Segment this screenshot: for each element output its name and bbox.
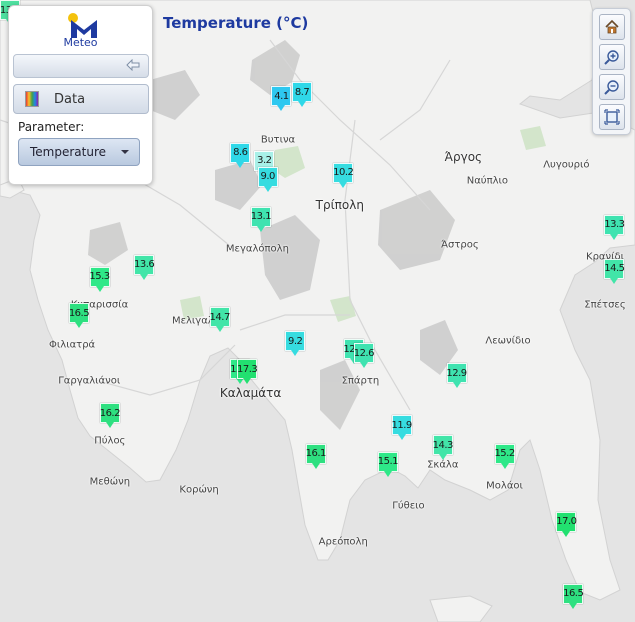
station-marker[interactable]: 16.2 — [100, 403, 120, 429]
arrow-left-icon — [126, 59, 140, 71]
station-marker[interactable]: 8.7 — [292, 82, 313, 108]
place-label: Μεγαλόπολη — [225, 243, 289, 255]
station-marker[interactable]: 9.2 — [285, 331, 306, 357]
station-marker[interactable]: 12.6 — [354, 343, 374, 369]
logo-text: Meteo — [63, 36, 98, 49]
zoom-in-icon — [604, 50, 619, 65]
place-label: Φιλιατρά — [49, 339, 96, 351]
place-label: Γύθειο — [392, 500, 425, 512]
home-icon — [605, 19, 619, 34]
zoom-in-button[interactable] — [599, 44, 625, 70]
chevron-down-icon — [121, 150, 129, 154]
station-marker[interactable]: 17.3 — [237, 359, 258, 385]
place-label: Βυτινα — [260, 134, 296, 146]
station-marker[interactable]: 14.5 — [604, 258, 625, 284]
place-label: Τρίπολη — [315, 197, 364, 212]
station-marker[interactable]: 15.3 — [89, 266, 110, 292]
map-title: Temperature (°C) — [163, 14, 309, 32]
home-button[interactable] — [599, 14, 625, 40]
control-panel: Meteo Data Parameter: Temperature — [8, 5, 153, 185]
station-marker[interactable]: 4.1 — [271, 86, 292, 112]
station-marker[interactable]: 11.9 — [391, 415, 412, 441]
place-label: Ναύπλιο — [466, 175, 509, 187]
data-button-label: Data — [54, 91, 86, 107]
station-marker[interactable]: 16.1 — [306, 443, 326, 469]
data-button[interactable]: Data — [13, 84, 149, 114]
station-marker[interactable]: 14.3 — [433, 435, 453, 461]
station-marker[interactable]: 14.7 — [210, 307, 230, 333]
station-marker[interactable]: 16.5 — [69, 303, 90, 329]
place-label: Σκάλα — [427, 459, 459, 471]
parameter-select-value: Temperature — [30, 145, 107, 159]
zoom-out-icon — [604, 80, 619, 95]
station-marker[interactable]: 16.5 — [563, 583, 584, 609]
place-label: Σπέτσες — [584, 299, 626, 311]
zoom-out-button[interactable] — [599, 74, 625, 100]
place-label: Μολάοι — [486, 480, 523, 492]
full-extent-button[interactable] — [599, 104, 625, 130]
place-label: Άργος — [444, 149, 483, 164]
station-marker[interactable]: 13.3 — [604, 214, 625, 240]
place-label: Σπάρτη — [341, 375, 380, 387]
place-label: Μεθώνη — [89, 476, 131, 488]
station-marker[interactable]: 13.6 — [134, 254, 155, 280]
place-label: Λεωνίδιο — [485, 335, 531, 347]
parameter-label: Parameter: — [18, 120, 85, 134]
station-marker[interactable]: 8.6 — [230, 142, 251, 168]
map-toolbar — [592, 8, 631, 135]
extent-icon — [604, 109, 620, 125]
place-label: Άστρος — [441, 239, 479, 251]
station-marker[interactable]: 15.2 — [494, 443, 515, 469]
color-scale-icon — [25, 91, 39, 107]
station-marker[interactable]: 15.1 — [378, 451, 399, 477]
station-marker[interactable]: 10.2 — [333, 162, 354, 188]
place-label: Λυγουριό — [543, 159, 590, 171]
place-label: Καλαμάτα — [219, 386, 282, 401]
station-marker[interactable]: 17.0 — [556, 511, 577, 537]
parameter-select[interactable]: Temperature — [18, 138, 140, 166]
back-button[interactable] — [13, 54, 149, 78]
station-marker[interactable]: 12.9 — [446, 363, 467, 389]
place-label: Γαργαλιάνοι — [58, 375, 121, 387]
place-label: Πύλος — [94, 435, 126, 447]
place-label: Κορώνη — [179, 484, 219, 496]
station-marker[interactable]: 13.1 — [251, 206, 272, 232]
place-label: Αρεόπολη — [318, 536, 368, 548]
station-marker[interactable]: 9.0 — [257, 166, 278, 192]
